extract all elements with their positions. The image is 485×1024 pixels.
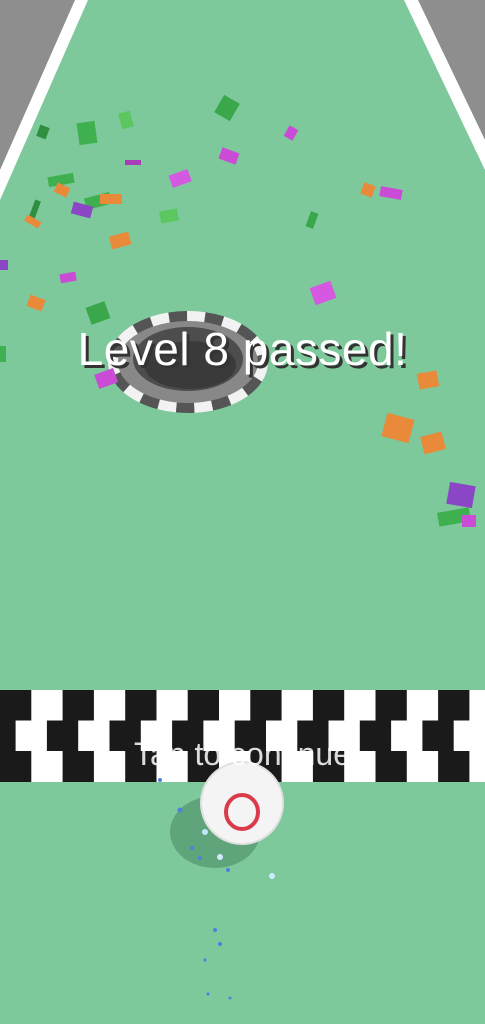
finish-line-tile [62, 751, 95, 782]
finish-line-tile [219, 690, 251, 721]
finish-line-tile [281, 751, 314, 782]
finish-line-tile [250, 690, 283, 721]
finish-line-tile [297, 720, 330, 752]
finish-line-tile [281, 690, 314, 721]
finish-line-tile [375, 690, 408, 721]
finish-line-tile [15, 720, 48, 752]
finish-line-tile [156, 690, 189, 721]
finish-line-tile [0, 720, 17, 752]
finish-line-tile [375, 751, 408, 782]
finish-line-tile [391, 720, 423, 752]
finish-line-tile [78, 720, 110, 752]
finish-line-tile [312, 690, 345, 721]
finish-line-tile [406, 751, 439, 782]
finish-line-tile [93, 751, 126, 782]
finish-line-tile [140, 720, 173, 752]
finish-line-tile [125, 690, 157, 721]
finish-line-tile [203, 720, 236, 752]
finish-line-tile [31, 751, 64, 782]
finish-line-tile [125, 751, 157, 782]
finish-line-tile [109, 720, 142, 752]
finish-line-tile [359, 720, 392, 752]
finish-line-tile [406, 690, 439, 721]
finish-line-tile [469, 751, 485, 782]
finish-line-tile [0, 690, 32, 721]
finish-line-tile [31, 690, 64, 721]
hole [108, 311, 268, 413]
finish-line-tile [172, 720, 204, 752]
finish-line-tile [93, 690, 126, 721]
ground [0, 0, 485, 1024]
finish-line-tile [234, 720, 267, 752]
finish-line-tile [156, 751, 189, 782]
finish-line-tile [266, 720, 298, 752]
finish-line-tile [469, 690, 485, 721]
finish-line-tile [187, 690, 220, 721]
finish-line-tile [328, 720, 361, 752]
finish-line-tile [344, 690, 376, 721]
finish-line-tile [0, 751, 32, 782]
ball[interactable] [200, 761, 284, 845]
finish-line-tile [62, 690, 95, 721]
finish-line-tile [422, 720, 455, 752]
finish-line-tile [438, 751, 470, 782]
finish-line-tile [453, 720, 485, 752]
finish-line-tile [312, 751, 345, 782]
finish-line-tile [438, 690, 470, 721]
finish-line-tile [46, 720, 79, 752]
game-scene [0, 0, 485, 1024]
finish-line-tile [344, 751, 376, 782]
